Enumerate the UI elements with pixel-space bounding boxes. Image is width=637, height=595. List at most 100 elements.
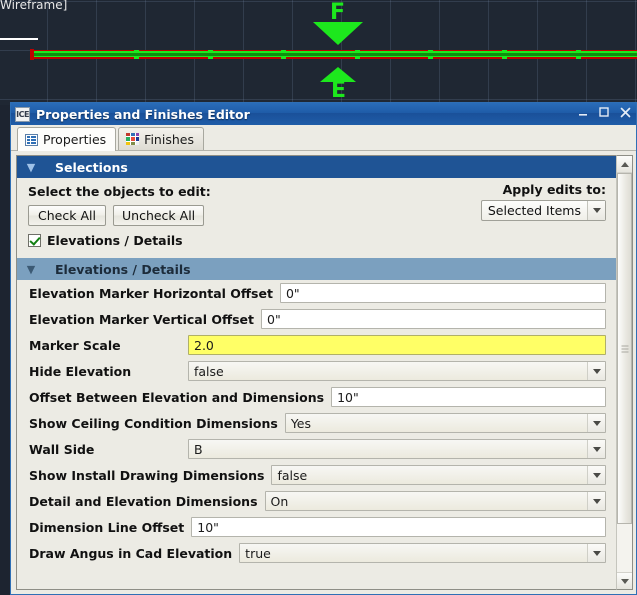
elevation-marker-e[interactable]: E	[320, 67, 356, 103]
tab-strip: Properties Finishes	[11, 125, 636, 151]
property-row: Show Ceiling Condition Dimensions Yes	[17, 410, 616, 436]
dialog-content: ▼ Selections Select the objects to edit:…	[11, 151, 636, 594]
property-label: Show Install Drawing Dimensions	[29, 467, 265, 483]
wall-grip-node[interactable]	[355, 50, 360, 59]
triangle-up-icon	[620, 161, 629, 167]
minimize-icon[interactable]	[576, 105, 590, 119]
property-row: Marker Scale 2.0	[17, 332, 616, 358]
property-label: Dimension Line Offset	[29, 519, 185, 535]
uncheck-all-button[interactable]: Uncheck All	[113, 205, 205, 226]
property-label: Draw Angus in Cad Elevation	[29, 545, 233, 561]
property-dropdown[interactable]: On	[264, 491, 606, 511]
property-text-input[interactable]: 2.0	[188, 335, 606, 355]
property-value: 0"	[267, 311, 281, 327]
section-elevations-title: Elevations / Details	[55, 261, 191, 277]
app-icon: ICE	[15, 106, 30, 122]
property-row: Draw Angus in Cad Elevation true	[17, 540, 616, 566]
chevron-down-icon[interactable]	[587, 544, 605, 562]
property-label: Show Ceiling Condition Dimensions	[29, 415, 278, 431]
property-label: Wall Side	[29, 441, 95, 457]
property-row: Dimension Line Offset 10"	[17, 514, 616, 540]
chevron-down-icon[interactable]	[587, 492, 605, 510]
apply-edits-label: Apply edits to:	[502, 182, 606, 197]
arrow-down-icon	[313, 22, 363, 45]
window-title: Properties and Finishes Editor	[36, 106, 250, 122]
section-selections-title: Selections	[55, 159, 128, 175]
maximize-icon[interactable]	[597, 105, 611, 119]
check-all-button[interactable]: Check All	[28, 205, 106, 226]
section-header-elevations-details[interactable]: ▼ Elevations / Details	[17, 258, 616, 280]
properties-and-finishes-editor-window[interactable]: ICE Properties and Finishes Editor Prope…	[10, 102, 637, 595]
property-label: Marker Scale	[29, 337, 121, 353]
property-row: Offset Between Elevation and Dimensions 1…	[17, 384, 616, 410]
property-rows: Elevation Marker Horizontal Offset 0" Elev…	[17, 280, 616, 566]
chevron-down-icon[interactable]	[587, 414, 605, 432]
wall-grip-node[interactable]	[428, 50, 433, 59]
property-dropdown[interactable]: true	[239, 543, 606, 563]
property-dropdown[interactable]: Yes	[284, 413, 606, 433]
wall-grip-node[interactable]	[502, 50, 507, 59]
property-label: Hide Elevation	[29, 363, 132, 379]
close-icon[interactable]	[618, 105, 632, 119]
property-text-input[interactable]: 0"	[279, 283, 606, 303]
property-value: 10"	[337, 389, 359, 405]
elevations-details-checkbox-row[interactable]: Elevations / Details	[28, 233, 608, 248]
property-value: B	[194, 441, 203, 457]
property-dropdown[interactable]: B	[188, 439, 606, 459]
tab-properties[interactable]: Properties	[17, 127, 117, 151]
property-row: Show Install Drawing Dimensions false	[17, 462, 616, 488]
cad-viewport[interactable]: Wireframe] F E	[0, 0, 637, 105]
wall-grip-node[interactable]	[576, 50, 581, 59]
tab-finishes-label: Finishes	[144, 131, 194, 147]
scrollbar-thumb[interactable]	[617, 173, 632, 525]
property-value: 10"	[197, 519, 219, 535]
property-row: Wall Side B	[17, 436, 616, 462]
chevron-down-icon[interactable]: ▼	[21, 161, 41, 174]
chevron-down-icon[interactable]	[587, 440, 605, 458]
chevron-down-icon[interactable]: ▼	[21, 263, 41, 276]
property-text-input[interactable]: 10"	[191, 517, 606, 537]
selections-body: Select the objects to edit: Check All Un…	[17, 178, 616, 252]
scroll-up-button[interactable]	[617, 156, 632, 173]
cad-white-leader-line	[0, 38, 38, 40]
chevron-down-icon[interactable]	[587, 362, 605, 380]
scrollbar-track[interactable]	[617, 173, 632, 572]
color-swatch-icon	[126, 133, 140, 145]
wall-grip-node[interactable]	[208, 50, 213, 59]
chevron-down-icon[interactable]	[587, 201, 605, 220]
wall-line-red-bottom	[33, 57, 637, 59]
property-row: Elevation Marker Horizontal Offset 0"	[17, 280, 616, 306]
cad-status-label: Wireframe]	[0, 0, 68, 12]
wall-endpoint-grip[interactable]	[30, 49, 34, 60]
chevron-down-icon[interactable]	[587, 466, 605, 484]
property-label: Elevation Marker Horizontal Offset	[29, 285, 273, 301]
wall-grip-node[interactable]	[134, 50, 139, 59]
section-header-selections[interactable]: ▼ Selections	[17, 156, 616, 178]
marker-letter-e: E	[331, 78, 347, 103]
scroll-down-button[interactable]	[617, 572, 632, 589]
marker-letter-f: F	[330, 0, 346, 25]
properties-scrollbar[interactable]	[616, 155, 633, 590]
property-label: Offset Between Elevation and Dimensions	[29, 389, 325, 405]
property-value: On	[270, 493, 289, 509]
property-dropdown[interactable]: false	[271, 465, 606, 485]
property-value: false	[277, 467, 308, 483]
tab-finishes[interactable]: Finishes	[118, 127, 204, 150]
cad-wall-object[interactable]	[30, 49, 637, 60]
apply-edits-dropdown[interactable]: Selected Items	[480, 200, 606, 221]
apply-edits-group: Apply edits to: Selected Items	[480, 182, 606, 221]
tab-properties-label: Properties	[43, 132, 107, 147]
property-dropdown[interactable]: false	[188, 361, 606, 381]
property-text-input[interactable]: 10"	[331, 387, 606, 407]
elevation-marker-f[interactable]: F	[313, 2, 363, 46]
property-text-input[interactable]: 0"	[261, 309, 606, 329]
wall-grip-node[interactable]	[281, 50, 286, 59]
list-icon	[25, 133, 38, 146]
property-value: false	[194, 363, 224, 379]
property-label: Elevation Marker Vertical Offset	[29, 311, 255, 327]
grip-dots-icon	[621, 345, 628, 353]
checkbox-icon[interactable]	[28, 234, 41, 247]
window-titlebar[interactable]: ICE Properties and Finishes Editor	[11, 103, 636, 125]
property-value: 2.0	[194, 337, 214, 353]
property-row: Detail and Elevation Dimensions On	[17, 488, 616, 514]
